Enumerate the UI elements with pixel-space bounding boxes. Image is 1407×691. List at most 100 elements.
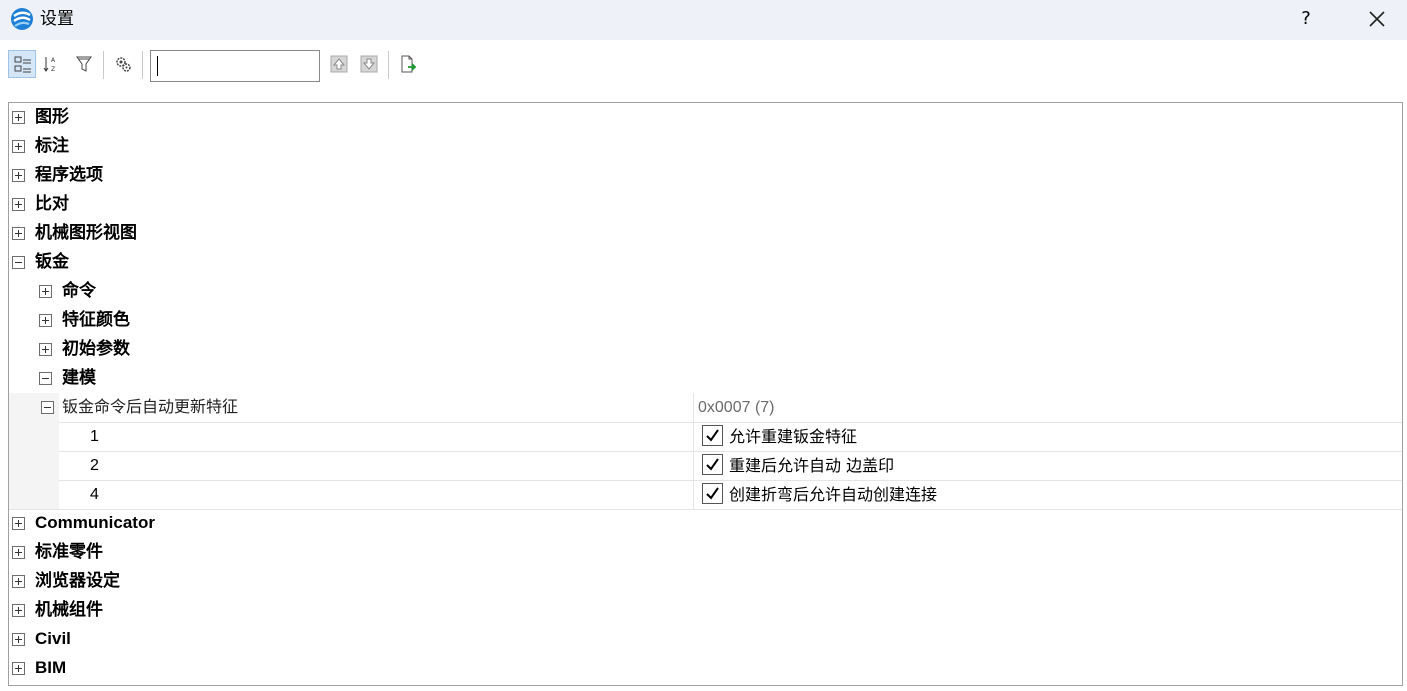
filter-button[interactable] (70, 50, 98, 78)
tree-node-label: BIM (35, 658, 67, 677)
flag-checkbox[interactable] (702, 454, 723, 475)
svg-text:A: A (51, 57, 56, 64)
column-divider (693, 480, 694, 509)
tree-node-label: 钣金 (35, 252, 69, 272)
checkmark-icon (706, 429, 719, 442)
expand-icon[interactable] (12, 546, 25, 559)
tree-node-commands[interactable]: 命令 (9, 277, 1402, 306)
tree-node-label: 浏览器设定 (35, 571, 120, 591)
toolbar-separator (103, 51, 104, 79)
tree-node-initial-params[interactable]: 初始参数 (9, 335, 1402, 364)
categorized-view-icon (14, 56, 31, 73)
expand-icon[interactable] (12, 198, 25, 211)
tree-node-label: 命令 (62, 281, 96, 301)
tree-node-compare[interactable]: 比对 (9, 190, 1402, 219)
column-divider (693, 393, 694, 422)
close-button[interactable] (1360, 4, 1394, 34)
search-input[interactable] (150, 50, 320, 82)
tree-node-browser-settings[interactable]: 浏览器设定 (9, 567, 1402, 596)
text-caret (157, 56, 158, 76)
column-divider (693, 422, 694, 451)
tree-node-label: 初始参数 (62, 339, 130, 359)
expand-icon[interactable] (12, 111, 25, 124)
tree-node-feature-colors[interactable]: 特征颜色 (9, 306, 1402, 335)
collapse-icon[interactable] (41, 401, 54, 414)
tree-node-sheetmetal[interactable]: 钣金 (9, 248, 1402, 277)
move-up-icon (330, 55, 348, 73)
categorized-view-button[interactable] (8, 50, 36, 78)
tree-node-label: 比对 (35, 194, 69, 214)
indent-band (9, 451, 59, 480)
expand-icon[interactable] (39, 343, 52, 356)
tree-node-label: Civil (35, 629, 71, 648)
tree-node-standard-parts[interactable]: 标准零件 (9, 538, 1402, 567)
flag-row[interactable]: 1 允许重建钣金特征 (9, 422, 1402, 452)
flag-row[interactable]: 4 创建折弯后允许自动创建连接 (9, 480, 1402, 510)
tree-node-label: 建模 (62, 368, 96, 388)
flag-bit: 2 (90, 457, 99, 474)
column-divider (693, 451, 694, 480)
expand-icon[interactable] (39, 285, 52, 298)
window-title: 设置 (40, 9, 74, 29)
settings-tree: 图形 标注 程序选项 比对 机械图形视图 钣金 命令 特征颜色 初始参数 建模 … (8, 102, 1403, 686)
tree-node-label: 程序选项 (35, 165, 103, 185)
tree-node-label: 机械组件 (35, 600, 103, 620)
tree-node-label: 图形 (35, 107, 69, 127)
expand-icon[interactable] (12, 575, 25, 588)
indent-band (9, 480, 59, 509)
expand-icon[interactable] (12, 227, 25, 240)
tree-node-dimension[interactable]: 标注 (9, 132, 1402, 161)
toolbar-separator (142, 51, 143, 79)
flag-row[interactable]: 2 重建后允许自动 边盖印 (9, 451, 1402, 481)
toolbar: A Z (0, 44, 1407, 86)
checkmark-icon (706, 458, 719, 471)
collapse-icon[interactable] (12, 256, 25, 269)
expand-icon[interactable] (12, 604, 25, 617)
tree-node-label: 标注 (35, 136, 69, 156)
tree-node-modeling[interactable]: 建模 (9, 364, 1402, 393)
setting-name: 钣金命令后自动更新特征 (62, 397, 239, 416)
indent-band (9, 422, 59, 451)
settings-button[interactable] (109, 50, 137, 78)
flag-checkbox[interactable] (702, 483, 723, 504)
move-up-button[interactable] (325, 50, 353, 78)
title-bar: 设置 ? (0, 0, 1407, 40)
tree-node-civil[interactable]: Civil (9, 625, 1402, 654)
flag-label: 允许重建钣金特征 (729, 427, 858, 446)
tree-node-label: 机械图形视图 (35, 223, 137, 243)
collapse-icon[interactable] (39, 372, 52, 385)
flag-bit: 1 (90, 428, 99, 445)
expand-icon[interactable] (12, 140, 25, 153)
tree-node-label: 标准零件 (35, 542, 103, 562)
export-button[interactable] (394, 50, 422, 78)
expand-icon[interactable] (39, 314, 52, 327)
flag-checkbox[interactable] (702, 425, 723, 446)
flag-bit: 4 (90, 486, 99, 503)
tree-node-graphics[interactable]: 图形 (9, 103, 1402, 132)
setting-value[interactable]: 0x0007 (7) (698, 398, 775, 418)
tree-node-communicator[interactable]: Communicator (9, 509, 1402, 538)
expand-icon[interactable] (12, 169, 25, 182)
expand-icon[interactable] (12, 517, 25, 530)
sort-az-button[interactable]: A Z (38, 50, 66, 78)
flag-label: 创建折弯后允许自动创建连接 (729, 485, 938, 504)
tree-node-bim[interactable]: BIM (9, 654, 1402, 683)
svg-text:Z: Z (51, 66, 55, 73)
tree-node-program-options[interactable]: 程序选项 (9, 161, 1402, 190)
tree-node-label: Communicator (35, 513, 155, 532)
tree-node-mechanical-views[interactable]: 机械图形视图 (9, 219, 1402, 248)
move-down-icon (360, 55, 378, 73)
tree-node-label: 特征颜色 (62, 310, 130, 330)
close-icon (1369, 11, 1385, 27)
move-down-button[interactable] (355, 50, 383, 78)
checkmark-icon (706, 487, 719, 500)
help-button[interactable]: ? (1290, 4, 1322, 34)
expand-icon[interactable] (12, 662, 25, 675)
tree-node-mechanical-components[interactable]: 机械组件 (9, 596, 1402, 625)
setting-row-auto-update[interactable]: 钣金命令后自动更新特征 0x0007 (7) (9, 393, 1402, 423)
app-logo-icon (10, 7, 34, 31)
export-icon (401, 55, 417, 73)
expand-icon[interactable] (12, 633, 25, 646)
flag-label: 重建后允许自动 边盖印 (729, 456, 895, 475)
settings-gears-icon (116, 57, 131, 72)
